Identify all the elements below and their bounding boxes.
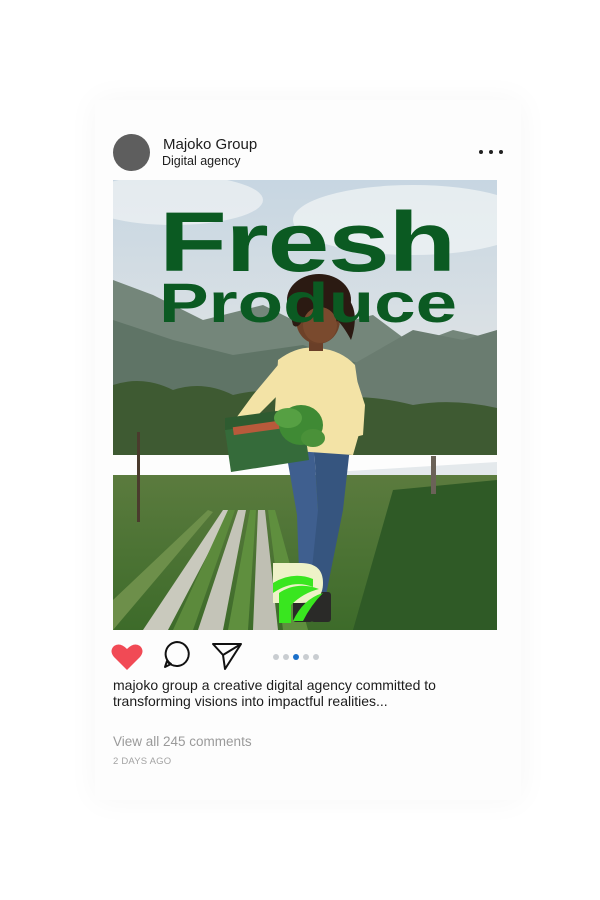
comment-icon[interactable] [162,640,192,670]
heart-icon[interactable] [111,643,143,671]
carousel-dot[interactable] [303,654,309,660]
account-subtitle: Digital agency [162,154,241,168]
send-icon[interactable] [211,641,243,671]
carousel-indicator[interactable] [273,654,319,660]
more-options-icon[interactable] [479,144,503,160]
account-name[interactable]: Majoko Group [163,136,257,153]
post-card: Majoko Group Digital agency Fresh Produc… [95,100,521,800]
view-comments-link[interactable]: View all 245 comments [113,734,252,749]
post-image[interactable]: Fresh Produce [113,180,497,630]
post-timestamp: 2 DAYS AGO [113,756,172,767]
headline-produce: Produce [159,271,457,334]
post-caption: majoko group a creative digital agency c… [113,677,436,709]
carousel-dot[interactable] [283,654,289,660]
carousel-dot[interactable] [273,654,279,660]
carousel-dot-active[interactable] [293,654,299,660]
carousel-dot[interactable] [313,654,319,660]
avatar[interactable] [113,134,150,171]
